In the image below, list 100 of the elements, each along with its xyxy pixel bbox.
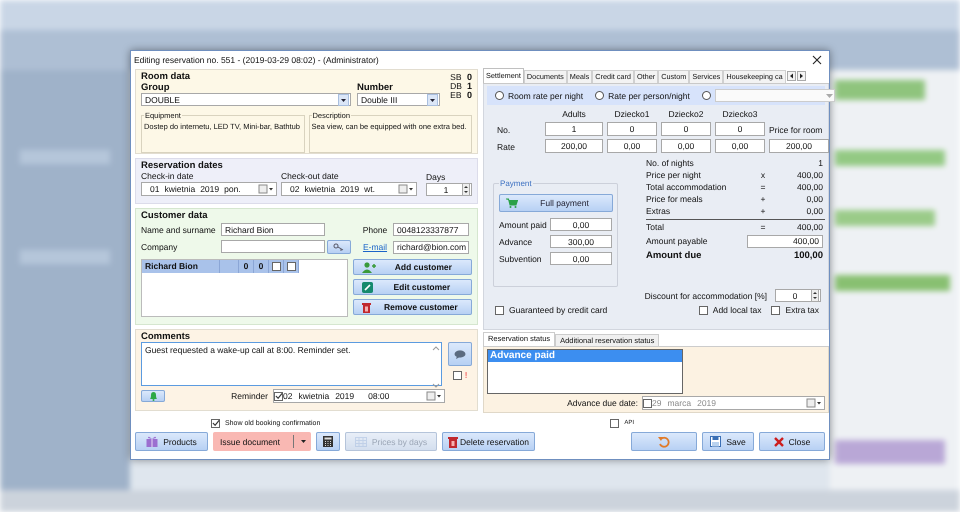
input-field[interactable]: 0	[607, 122, 657, 136]
summary-label: Total accommodation	[646, 182, 728, 192]
checkbox[interactable]	[495, 306, 504, 314]
field-label: Check-in date	[141, 171, 194, 181]
field-label: Number	[356, 82, 394, 93]
checkbox[interactable]	[698, 306, 708, 314]
cart-icon	[506, 198, 518, 208]
checkbox[interactable]	[286, 262, 296, 271]
input-field[interactable]: 0,00	[661, 139, 711, 153]
input-field[interactable]: 0,00	[550, 218, 612, 231]
checkbox[interactable]	[211, 418, 220, 428]
input-field[interactable]: 300,00	[550, 235, 612, 248]
checkbox[interactable]	[771, 306, 780, 314]
guest-row[interactable]: Richard Bion 0 0	[142, 260, 299, 273]
calculator-button[interactable]	[316, 432, 340, 451]
radio-label: Room rate per night	[508, 90, 584, 100]
dropdown-field[interactable]: Double III	[356, 93, 440, 106]
field-label: Days	[426, 172, 446, 182]
email-link[interactable]: E-mail	[351, 242, 393, 252]
checkbox[interactable]	[274, 392, 283, 400]
input-field[interactable]: 0	[715, 122, 765, 136]
input-field[interactable]: richard@bion.com	[393, 240, 469, 254]
operator-sign: =	[760, 222, 766, 232]
remove-customer-button[interactable]: Remove customer	[352, 299, 472, 315]
input-field[interactable]: 1	[545, 122, 603, 136]
tab-scroll-icon[interactable]	[786, 71, 806, 81]
checkbox-label: Add local tax	[712, 305, 762, 315]
dropdown-arrow-icon	[301, 440, 306, 443]
warning-mark: !	[464, 370, 468, 380]
spin-buttons-icon	[811, 289, 819, 302]
pencil-icon	[362, 282, 373, 292]
guest-name: Richard Bion	[142, 260, 220, 273]
calendar-icon	[806, 398, 822, 408]
section-heading: Customer data	[141, 210, 208, 221]
trash-icon	[362, 302, 371, 312]
radio-button[interactable]	[702, 91, 711, 100]
calendar-icon	[398, 184, 414, 194]
date-picker[interactable]: 29 marca 2019	[642, 396, 825, 410]
comment-field[interactable]: Guest requested a wake-up call at 8:00. Reminder set.	[141, 342, 442, 386]
number-field[interactable]: 1	[426, 183, 472, 196]
scrollbar-icon	[432, 345, 440, 389]
input-field[interactable]: 400,00	[747, 234, 823, 248]
checkbox-label: Guaranteed by credit card	[509, 305, 608, 315]
products-button[interactable]: Products	[135, 432, 208, 451]
radio-button[interactable]	[495, 91, 504, 100]
close-button[interactable]: Close	[759, 432, 825, 451]
checkbox-label: Extra tax	[785, 305, 819, 315]
chat-icon	[454, 350, 466, 358]
input-field[interactable]: Richard Bion	[221, 223, 325, 236]
date-picker[interactable]: 02 kwietnia 2019 08:00	[273, 389, 445, 403]
undo-icon	[658, 436, 670, 448]
save-button[interactable]: Save	[702, 432, 754, 451]
bed-count: 0	[466, 73, 472, 82]
field-label: Amount paid	[499, 220, 547, 230]
calculator-icon	[323, 436, 333, 447]
input-field[interactable]: 0,00	[550, 252, 612, 265]
field-label: Phone	[362, 224, 388, 234]
close-icon[interactable]	[812, 55, 822, 65]
gift-icon	[146, 436, 158, 447]
date-picker[interactable]: 02 kwietnia 2019 wt.	[281, 182, 417, 196]
input-field[interactable]: 0,00	[607, 139, 657, 153]
section-heading: Reservation dates	[141, 160, 223, 171]
radio-label: Rate per person/night	[608, 90, 690, 100]
input-field[interactable]: 0,00	[715, 139, 765, 153]
input-field[interactable]: 200,00	[545, 139, 603, 153]
input-field[interactable]: 200,00	[769, 139, 829, 153]
checkbox[interactable]	[643, 398, 652, 408]
field-label: Name and surname	[141, 224, 217, 234]
issue-document-button[interactable]: Issue document	[213, 432, 311, 451]
message-button[interactable]	[448, 342, 472, 366]
dropdown-field[interactable]: DOUBLE	[141, 93, 351, 106]
guest-count: 0	[254, 260, 269, 273]
edit-customer-button[interactable]: Edit customer	[352, 279, 472, 295]
delete-reservation-button[interactable]: Delete reservation	[442, 432, 535, 451]
full-payment-button[interactable]: Full payment	[499, 194, 613, 212]
input-field[interactable]	[221, 240, 325, 253]
input-field[interactable]: 0048123337877	[393, 223, 469, 236]
summary-value: 1	[817, 158, 823, 168]
summary-value: 0,00	[805, 206, 823, 216]
radio-button[interactable]	[595, 91, 604, 100]
checkbox[interactable]	[272, 262, 280, 271]
operator-sign: x	[760, 170, 766, 180]
column-label: Dziecko3	[722, 109, 758, 119]
summary-label: Amount due	[646, 250, 702, 261]
checkbox[interactable]	[452, 370, 462, 380]
summary-label: Price per night	[646, 170, 702, 180]
field-label: Group	[141, 82, 170, 93]
close-icon	[774, 436, 784, 446]
input-field[interactable]: 0	[661, 122, 711, 136]
summary-label: Extras	[646, 206, 672, 216]
search-button[interactable]	[327, 240, 351, 254]
date-picker[interactable]: 01 kwietnia 2019 pon.	[141, 182, 277, 196]
column-label: Price for room	[769, 125, 824, 136]
field-label: Subvention	[499, 254, 543, 264]
panel-label: Payment	[499, 179, 533, 188]
field-label: Check-out date	[281, 171, 340, 181]
dropdown-field[interactable]	[714, 89, 835, 102]
number-field[interactable]: 0	[775, 289, 821, 302]
checkbox[interactable]	[610, 418, 620, 428]
add-customer-button[interactable]: Add customer	[352, 259, 472, 275]
